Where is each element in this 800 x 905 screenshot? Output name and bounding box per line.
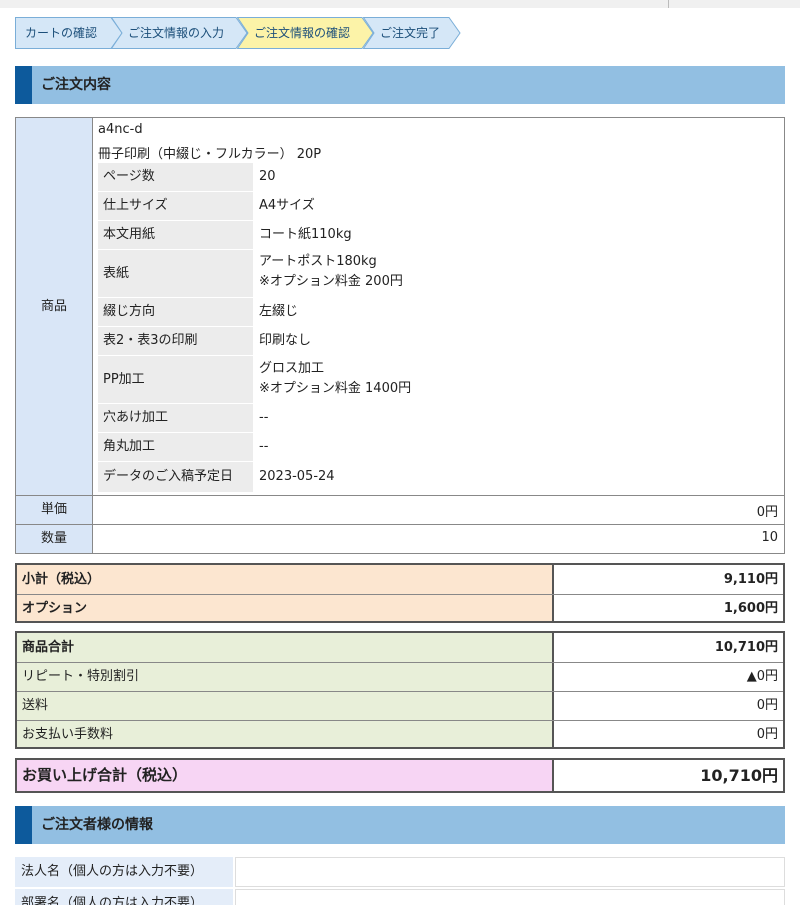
shipping-row: 送料 0円	[17, 691, 783, 720]
spec-label: ページ数	[98, 163, 253, 191]
step-complete[interactable]: ご注文完了	[363, 17, 461, 49]
shipping-value: 0円	[756, 698, 778, 713]
department-name-row: 部署名（個人の方は入力不要）	[15, 889, 785, 905]
section-title: ご注文者様の情報	[41, 817, 153, 833]
department-name-label: 部署名（個人の方は入力不要）	[15, 889, 233, 905]
spec-value: 2023-05-24	[259, 469, 335, 484]
spec-value: アートポスト180kg	[259, 254, 377, 269]
step-label: カートの確認	[25, 26, 98, 40]
step-cart[interactable]: カートの確認	[15, 17, 123, 49]
top-strip	[0, 0, 800, 8]
spec-value: 20	[259, 169, 276, 184]
section-title: ご注文内容	[41, 77, 111, 93]
quantity-label: 数量	[40, 531, 67, 546]
checkout-steps: カートの確認 ご注文情報の入力 ご注文情報の確認 ご注文完了	[15, 17, 475, 49]
subtotal-row: 小計（税込） 9,110円	[17, 565, 783, 594]
subtotal-label: 小計（税込）	[17, 565, 554, 594]
spec-option-note: ※オプション料金 200円	[259, 274, 403, 289]
section-accent-bar	[15, 806, 32, 844]
company-name-value[interactable]	[235, 857, 785, 887]
spec-value: A4サイズ	[259, 198, 315, 213]
company-name-label: 法人名（個人の方は入力不要）	[15, 857, 233, 887]
spec-value: 印刷なし	[259, 333, 312, 348]
shipping-label: 送料	[17, 692, 554, 720]
order-section-header: ご注文内容	[15, 66, 785, 104]
step-label: ご注文情報の入力	[128, 26, 225, 40]
spec-value: 左綴じ	[259, 304, 299, 319]
step-label: ご注文情報の確認	[254, 26, 351, 40]
fee-value: 0円	[756, 727, 778, 742]
step-label: ご注文完了	[380, 26, 441, 40]
spec-label: 綴じ方向	[98, 298, 253, 326]
option-value: 1,600円	[723, 601, 778, 616]
subtotal-table: 小計（税込） 9,110円 オプション 1,600円	[15, 563, 785, 623]
grand-total-label: お買い上げ合計（税込）	[17, 760, 554, 791]
spec-label: 穴あけ加工	[98, 404, 253, 432]
spec-value: コート紙110kg	[259, 227, 352, 242]
spec-option-note: ※オプション料金 1400円	[259, 381, 412, 396]
product-label-cell: 商品	[16, 118, 93, 495]
goods-total-label: 商品合計	[17, 633, 554, 662]
department-name-value[interactable]	[235, 889, 785, 905]
fee-row: お支払い手数料 0円	[17, 720, 783, 747]
spec-value: --	[259, 410, 269, 425]
product-table: 商品 a4nc-d 冊子印刷（中綴じ・フルカラー） 20P ページ数 20 仕上…	[15, 117, 785, 554]
fee-label: お支払い手数料	[17, 721, 554, 747]
spec-label: PP加工	[98, 356, 253, 403]
quantity-value: 10	[761, 530, 778, 545]
row-divider	[16, 524, 784, 525]
spec-label: 本文用紙	[98, 221, 253, 249]
goods-total-row: 商品合計 10,710円	[17, 633, 783, 662]
spec-label: 仕上サイズ	[98, 192, 253, 220]
spec-label: データのご入稿予定日	[98, 462, 253, 492]
step-confirm[interactable]: ご注文情報の確認	[237, 17, 374, 49]
grand-total-row: お買い上げ合計（税込） 10,710円	[17, 760, 783, 791]
spec-value: グロス加工	[259, 361, 325, 376]
spec-label: 表紙	[98, 250, 253, 297]
discount-value: ▲0円	[746, 669, 778, 684]
quantity-label-cell: 数量	[16, 525, 93, 553]
top-strip-tick	[668, 0, 669, 8]
company-name-row: 法人名（個人の方は入力不要）	[15, 857, 785, 887]
spec-label: 表2・表3の印刷	[98, 327, 253, 355]
unit-price-label: 単価	[40, 502, 67, 517]
unit-price-value: 0円	[756, 505, 778, 520]
product-name: 冊子印刷（中綴じ・フルカラー） 20P	[98, 147, 322, 162]
section-accent-bar	[15, 66, 32, 104]
unit-price-label-cell: 単価	[16, 496, 93, 524]
orderer-section-header: ご注文者様の情報	[15, 806, 785, 844]
totals-table: 商品合計 10,710円 リピート・特別割引 ▲0円 送料 0円 お支払い手数料…	[15, 631, 785, 749]
spec-value: --	[259, 439, 269, 454]
row-divider	[16, 495, 784, 496]
spec-label: 角丸加工	[98, 433, 253, 461]
subtotal-value: 9,110円	[723, 572, 778, 587]
goods-total-value: 10,710円	[714, 640, 778, 655]
discount-row: リピート・特別割引 ▲0円	[17, 662, 783, 691]
grand-total-value: 10,710円	[700, 766, 778, 785]
product-label: 商品	[40, 299, 67, 314]
grand-total-table: お買い上げ合計（税込） 10,710円	[15, 758, 785, 793]
step-input[interactable]: ご注文情報の入力	[111, 17, 248, 49]
option-label: オプション	[17, 595, 554, 621]
product-code: a4nc-d	[98, 122, 143, 137]
discount-label: リピート・特別割引	[17, 663, 554, 691]
option-row: オプション 1,600円	[17, 594, 783, 621]
